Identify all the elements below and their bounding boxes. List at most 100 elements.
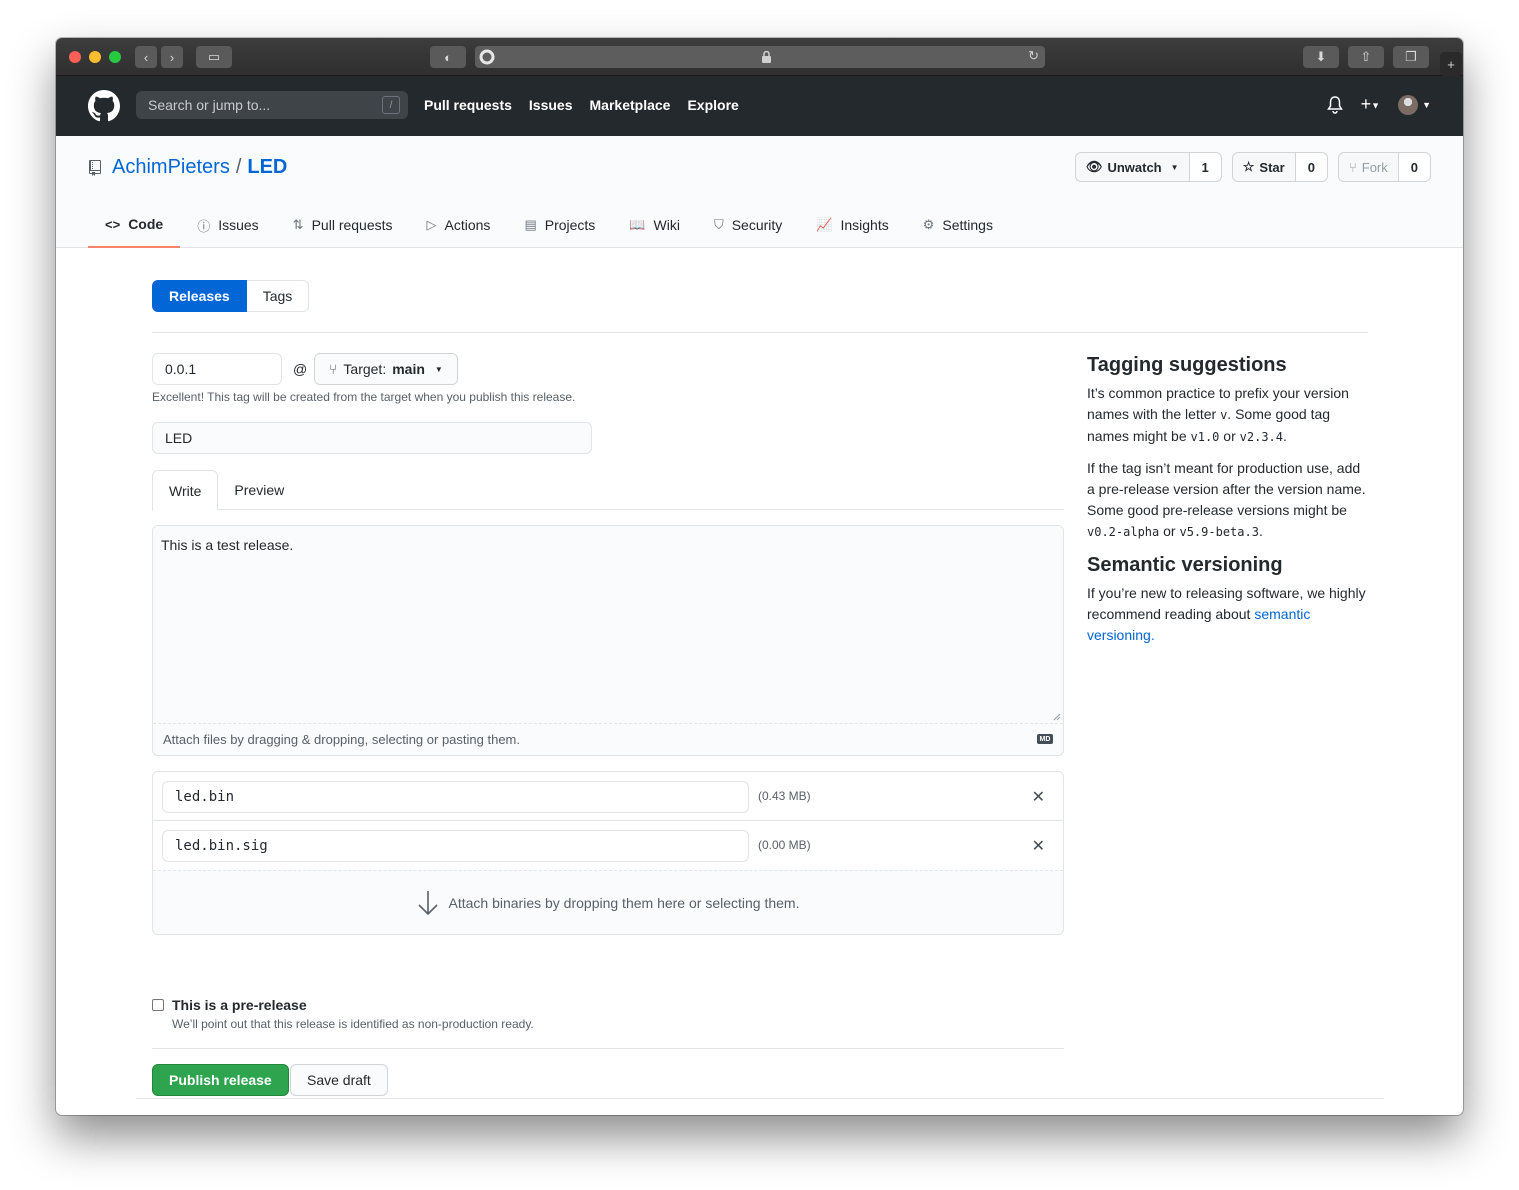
tab-insights[interactable]: 📈 Insights <box>799 206 905 248</box>
share-button[interactable]: ⇧ <box>1348 46 1384 68</box>
stars-count[interactable]: 0 <box>1295 153 1327 181</box>
remove-file-icon[interactable]: ✕ <box>1032 836 1045 856</box>
tagging-suggestions-heading: Tagging suggestions <box>1087 354 1287 376</box>
book-icon: 📖 <box>629 217 646 232</box>
text: . <box>1258 523 1263 539</box>
search-input[interactable]: Search or jump to... / <box>136 91 408 119</box>
remove-file-icon[interactable]: ✕ <box>1032 787 1045 807</box>
code: v0.2-alpha <box>1087 525 1160 539</box>
file-name-input[interactable]: led.bin <box>162 781 749 813</box>
text: If the tag isn’t meant for production us… <box>1087 460 1366 518</box>
text: or <box>1159 523 1180 539</box>
tab-projects[interactable]: ▤ Projects <box>507 206 612 248</box>
write-tab[interactable]: Write <box>152 470 219 511</box>
markdown-icon[interactable]: MD <box>1037 734 1053 744</box>
shield-icon: ◐ <box>444 49 452 65</box>
close-window-button[interactable] <box>69 51 81 63</box>
watch-button-group: 👁 Unwatch ▼ 1 <box>1074 152 1222 182</box>
repo-name-link[interactable]: LED <box>247 156 287 179</box>
plus-icon: + <box>1447 56 1455 72</box>
tab-issues[interactable]: ⓘ Issues <box>180 206 275 248</box>
code: v1.0 <box>1190 430 1220 444</box>
watchers-count[interactable]: 1 <box>1189 153 1221 181</box>
nav-marketplace[interactable]: Marketplace <box>590 97 671 113</box>
tag-version-input[interactable]: 0.0.1 <box>152 353 282 385</box>
divider <box>152 332 1368 333</box>
tagging-paragraph-1: It’s common practice to prefix your vers… <box>1087 383 1369 448</box>
caret-down-icon: ▼ <box>1371 100 1381 111</box>
zoom-window-button[interactable] <box>109 51 121 63</box>
tab-pull-requests-label: Pull requests <box>311 217 393 233</box>
nav-pull-requests[interactable]: Pull requests <box>424 97 512 113</box>
download-icon: ⬇ <box>1315 49 1327 64</box>
release-body-textarea[interactable]: This is a test release. Attach files by … <box>152 525 1064 756</box>
attach-files-bar[interactable]: Attach files by dragging & dropping, sel… <box>153 723 1063 755</box>
drop-zone-text: Attach binaries by dropping them here or… <box>448 894 800 911</box>
releases-tab[interactable]: Releases <box>152 280 247 312</box>
tags-tab[interactable]: Tags <box>246 280 310 312</box>
fork-button[interactable]: ⑂ Fork <box>1338 153 1399 181</box>
release-title-input[interactable]: LED <box>152 422 592 454</box>
repo-separator: / <box>235 156 242 178</box>
tab-security[interactable]: ⛉ Security <box>697 206 799 248</box>
repo-owner-link[interactable]: AchimPieters <box>112 156 230 179</box>
forward-button[interactable]: › <box>161 46 183 68</box>
nav-explore[interactable]: Explore <box>687 97 738 113</box>
attached-binaries: led.bin (0.43 MB) ✕ led.bin.sig (0.00 MB… <box>152 771 1064 935</box>
sidebar-icon: ▭ <box>207 49 221 64</box>
code-icon: <> <box>105 216 121 232</box>
tab-code[interactable]: <> Code <box>88 206 181 248</box>
share-icon: ⇧ <box>1360 49 1372 64</box>
reload-icon[interactable]: ↻ <box>1028 48 1039 64</box>
nav-issues[interactable]: Issues <box>529 97 573 113</box>
prerelease-checkbox[interactable] <box>152 999 164 1011</box>
repo-title: AchimPieters / LED <box>88 156 287 179</box>
create-new-dropdown[interactable]: +▼ <box>1361 94 1380 115</box>
tab-settings[interactable]: ⚙ Settings <box>906 206 1010 248</box>
fork-label: Fork <box>1361 159 1388 175</box>
file-name-input[interactable]: led.bin.sig <box>162 830 749 862</box>
star-button-group: ☆ Star 0 <box>1231 152 1328 182</box>
eye-icon: 👁 <box>1085 159 1103 174</box>
user-menu[interactable]: ▼ <box>1398 94 1431 115</box>
tab-pull-requests[interactable]: ⇅ Pull requests <box>276 206 410 248</box>
arrow-down-icon <box>417 890 438 915</box>
bell-icon[interactable] <box>1326 95 1343 114</box>
unwatch-button[interactable]: 👁 Unwatch ▼ <box>1075 153 1190 181</box>
publish-release-button[interactable]: Publish release <box>152 1064 289 1096</box>
address-bar[interactable]: ↻ <box>475 46 1045 68</box>
save-draft-button[interactable]: Save draft <box>290 1064 388 1096</box>
privacy-button[interactable]: ◐ <box>430 46 466 68</box>
list-item: led.bin.sig (0.00 MB) ✕ <box>153 821 1063 870</box>
target-branch-dropdown[interactable]: ⑂ Target: main ▼ <box>314 353 458 385</box>
sidebar-toggle-button[interactable]: ▭ <box>196 46 232 68</box>
release-body-text: This is a test release. <box>161 537 294 553</box>
preview-tab[interactable]: Preview <box>218 470 300 510</box>
forks-count[interactable]: 0 <box>1398 153 1430 181</box>
minimize-window-button[interactable] <box>89 51 101 63</box>
branch-icon: ⑂ <box>329 361 338 377</box>
avatar <box>1398 94 1419 115</box>
new-tab-button[interactable]: + <box>1440 52 1462 76</box>
browser-window: ‹ › ▭ ◐ ↻ ⬇ ⇧ ❐ + Search or jump to... /… <box>56 38 1463 1115</box>
tagging-suggestions-sidebar: Tagging suggestions It’s common practice… <box>1087 353 1369 656</box>
chevron-right-icon: › <box>169 49 175 65</box>
file-size: (0.43 MB) <box>758 789 811 803</box>
tab-wiki[interactable]: 📖 Wiki <box>612 206 697 248</box>
at-sign: @ <box>293 361 308 377</box>
resize-handle-icon[interactable] <box>1053 713 1061 721</box>
star-button[interactable]: ☆ Star <box>1232 153 1296 181</box>
tabs-overview-button[interactable]: ❐ <box>1393 46 1429 68</box>
tab-security-label: Security <box>731 217 783 233</box>
prerelease-label[interactable]: This is a pre-release <box>172 997 307 1013</box>
fork-button-group: ⑂ Fork 0 <box>1337 152 1431 182</box>
downloads-button[interactable]: ⬇ <box>1303 46 1339 68</box>
github-logo-icon[interactable] <box>88 90 120 122</box>
tab-settings-label: Settings <box>942 217 993 233</box>
binaries-drop-zone[interactable]: Attach binaries by dropping them here or… <box>153 870 1063 934</box>
project-icon: ▤ <box>524 217 537 232</box>
tab-actions[interactable]: ▷ Actions <box>410 206 508 248</box>
back-button[interactable]: ‹ <box>135 46 157 68</box>
tabs-icon: ❐ <box>1405 49 1417 64</box>
target-label: Target: <box>343 361 387 377</box>
